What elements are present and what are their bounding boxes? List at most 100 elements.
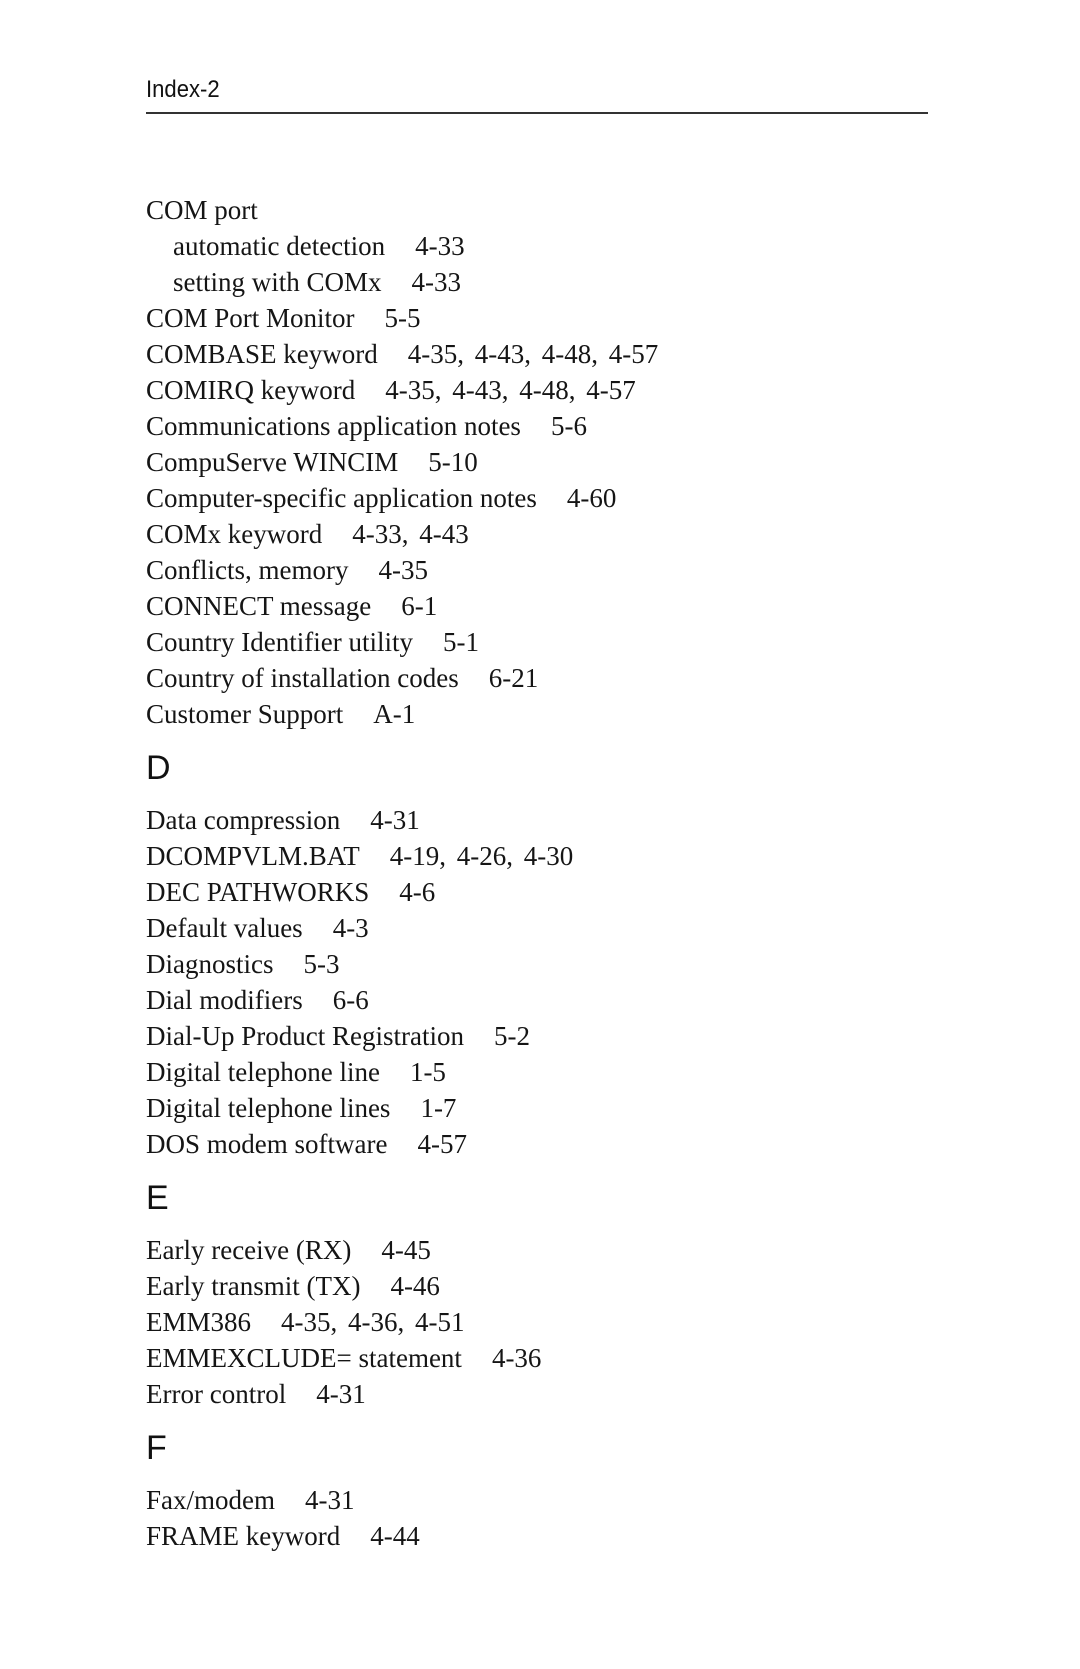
index-term: CompuServe WINCIM	[146, 447, 399, 477]
index-entry: Diagnostics 5-3	[146, 946, 946, 982]
index-entry: Conflicts, memory 4-35	[146, 552, 946, 588]
index-page-refs: 5-3	[303, 949, 340, 979]
index-entry: DEC PATHWORKS 4-6	[146, 874, 946, 910]
index-page-refs: 6-1	[401, 591, 438, 621]
index-term: Default values	[146, 913, 303, 943]
index-page-refs: 4-44	[370, 1521, 420, 1551]
index-term: Dial-Up Product Registration	[146, 1021, 464, 1051]
index-page-refs: 4-35, 4-43, 4-48, 4-57	[407, 339, 659, 369]
index-term: Early transmit (TX)	[146, 1271, 361, 1301]
index-term: automatic detection	[173, 231, 386, 261]
index-term: DEC PATHWORKS	[146, 877, 370, 907]
index-term: Country of installation codes	[146, 663, 459, 693]
index-page-refs: 4-35	[378, 555, 428, 585]
index-term: DCOMPVLM.BAT	[146, 841, 360, 871]
index-page-refs: 6-6	[332, 985, 369, 1015]
index-page-refs: 4-31	[316, 1379, 366, 1409]
index-entry: COMBASE keyword 4-35, 4-43, 4-48, 4-57	[146, 336, 946, 372]
index-page-refs: 6-21	[488, 663, 539, 693]
index-page-refs: 4-46	[390, 1271, 440, 1301]
index-term: Error control	[146, 1379, 287, 1409]
index-subentry: automatic detection 4-33	[146, 228, 946, 264]
index-page-refs: A-1	[373, 699, 416, 729]
index-section-c: COM port automatic detection 4-33 setting…	[146, 192, 946, 732]
index-page-refs: 5-5	[384, 303, 421, 333]
index-term: COMBASE keyword	[146, 339, 378, 369]
index-term: EMMEXCLUDE= statement	[146, 1343, 462, 1373]
index-page-refs: 4-3	[332, 913, 369, 943]
section-letter-heading: E	[146, 1179, 169, 1217]
section-letter-heading: D	[146, 749, 171, 787]
index-entry: Customer Support A-1	[146, 696, 946, 732]
index-page-refs: 5-6	[550, 411, 587, 441]
index-page-refs: 4-33, 4-43	[352, 519, 469, 549]
index-entry: Digital telephone lines 1-7	[146, 1090, 946, 1126]
index-term: Digital telephone lines	[146, 1093, 391, 1123]
index-page-refs: 4-6	[399, 877, 436, 907]
index-term: COMIRQ keyword	[146, 375, 356, 405]
index-entry: Fax/modem 4-31	[146, 1482, 946, 1518]
index-entry: Country Identifier utility 5-1	[146, 624, 946, 660]
index-entry: COMIRQ keyword 4-35, 4-43, 4-48, 4-57	[146, 372, 946, 408]
index-page-refs: 4-19, 4-26, 4-30	[389, 841, 574, 871]
index-entry: DCOMPVLM.BAT 4-19, 4-26, 4-30	[146, 838, 946, 874]
index-page-refs: 4-45	[381, 1235, 431, 1265]
index-entry: Dial modifiers 6-6	[146, 982, 946, 1018]
index-subentry: setting with COMx 4-33	[146, 264, 946, 300]
index-term: CONNECT message	[146, 591, 372, 621]
index-entry: Early receive (RX) 4-45	[146, 1232, 946, 1268]
index-entry: Dial-Up Product Registration 5-2	[146, 1018, 946, 1054]
index-term: Customer Support	[146, 699, 344, 729]
index-term: Country Identifier utility	[146, 627, 413, 657]
page-number-label: Index-2	[146, 76, 220, 103]
index-entry: Communications application notes 5-6	[146, 408, 946, 444]
index-term: COMx keyword	[146, 519, 323, 549]
index-term: FRAME keyword	[146, 1521, 341, 1551]
index-term: Conflicts, memory	[146, 555, 349, 585]
index-term: Early receive (RX)	[146, 1235, 352, 1265]
index-entry: Data compression 4-31	[146, 802, 946, 838]
index-entry: EMM386 4-35, 4-36, 4-51	[146, 1304, 946, 1340]
index-entry: Country of installation codes 6-21	[146, 660, 946, 696]
index-page-refs: 4-33	[415, 231, 465, 261]
index-list: COM port automatic detection 4-33 setting…	[146, 192, 946, 1554]
index-term: Dial modifiers	[146, 985, 303, 1015]
index-term: DOS modem software	[146, 1129, 388, 1159]
index-term: COM port	[146, 195, 258, 225]
index-entry: FRAME keyword 4-44	[146, 1518, 946, 1554]
index-page-refs: 4-60	[566, 483, 617, 513]
index-section-f: F Fax/modem 4-31 FRAME keyword 4-44	[146, 1428, 946, 1554]
index-page-refs: 5-1	[442, 627, 479, 657]
section-letter-heading: F	[146, 1429, 167, 1467]
index-term: Diagnostics	[146, 949, 274, 979]
index-entry: DOS modem software 4-57	[146, 1126, 946, 1162]
index-entry: COMx keyword 4-33, 4-43	[146, 516, 946, 552]
index-page-refs: 4-33	[411, 267, 462, 297]
index-page-refs: 4-35, 4-43, 4-48, 4-57	[385, 375, 636, 405]
index-term: setting with COMx	[173, 267, 382, 297]
index-entry: CompuServe WINCIM 5-10	[146, 444, 946, 480]
index-entry: Error control 4-31	[146, 1376, 946, 1412]
index-term: Computer-specific application notes	[146, 483, 537, 513]
index-page-refs: 1-5	[409, 1057, 446, 1087]
index-term: EMM386	[146, 1307, 252, 1337]
index-page-refs: 5-10	[428, 447, 478, 477]
index-entry: Digital telephone line 1-5	[146, 1054, 946, 1090]
index-section-d: D Data compression 4-31 DCOMPVLM.BAT 4-19,…	[146, 748, 946, 1162]
index-entry: COM port	[146, 192, 946, 228]
index-page-refs: 4-36	[491, 1343, 542, 1373]
index-page-refs: 1-7	[420, 1093, 457, 1123]
index-entry: CONNECT message 6-1	[146, 588, 946, 624]
index-entry: Default values 4-3	[146, 910, 946, 946]
index-term: COM Port Monitor	[146, 303, 355, 333]
index-page-refs: 4-35, 4-36, 4-51	[281, 1307, 465, 1337]
page-header: Index-2	[146, 76, 928, 114]
index-entry: COM Port Monitor 5-5	[146, 300, 946, 336]
index-section-e: E Early receive (RX) 4-45 Early transmit …	[146, 1178, 946, 1412]
index-entry: Early transmit (TX) 4-46	[146, 1268, 946, 1304]
index-page-refs: 4-57	[417, 1129, 467, 1159]
index-term: Fax/modem	[146, 1485, 275, 1515]
index-page-refs: 5-2	[493, 1021, 530, 1051]
index-entry: EMMEXCLUDE= statement 4-36	[146, 1340, 946, 1376]
index-term: Data compression	[146, 805, 341, 835]
